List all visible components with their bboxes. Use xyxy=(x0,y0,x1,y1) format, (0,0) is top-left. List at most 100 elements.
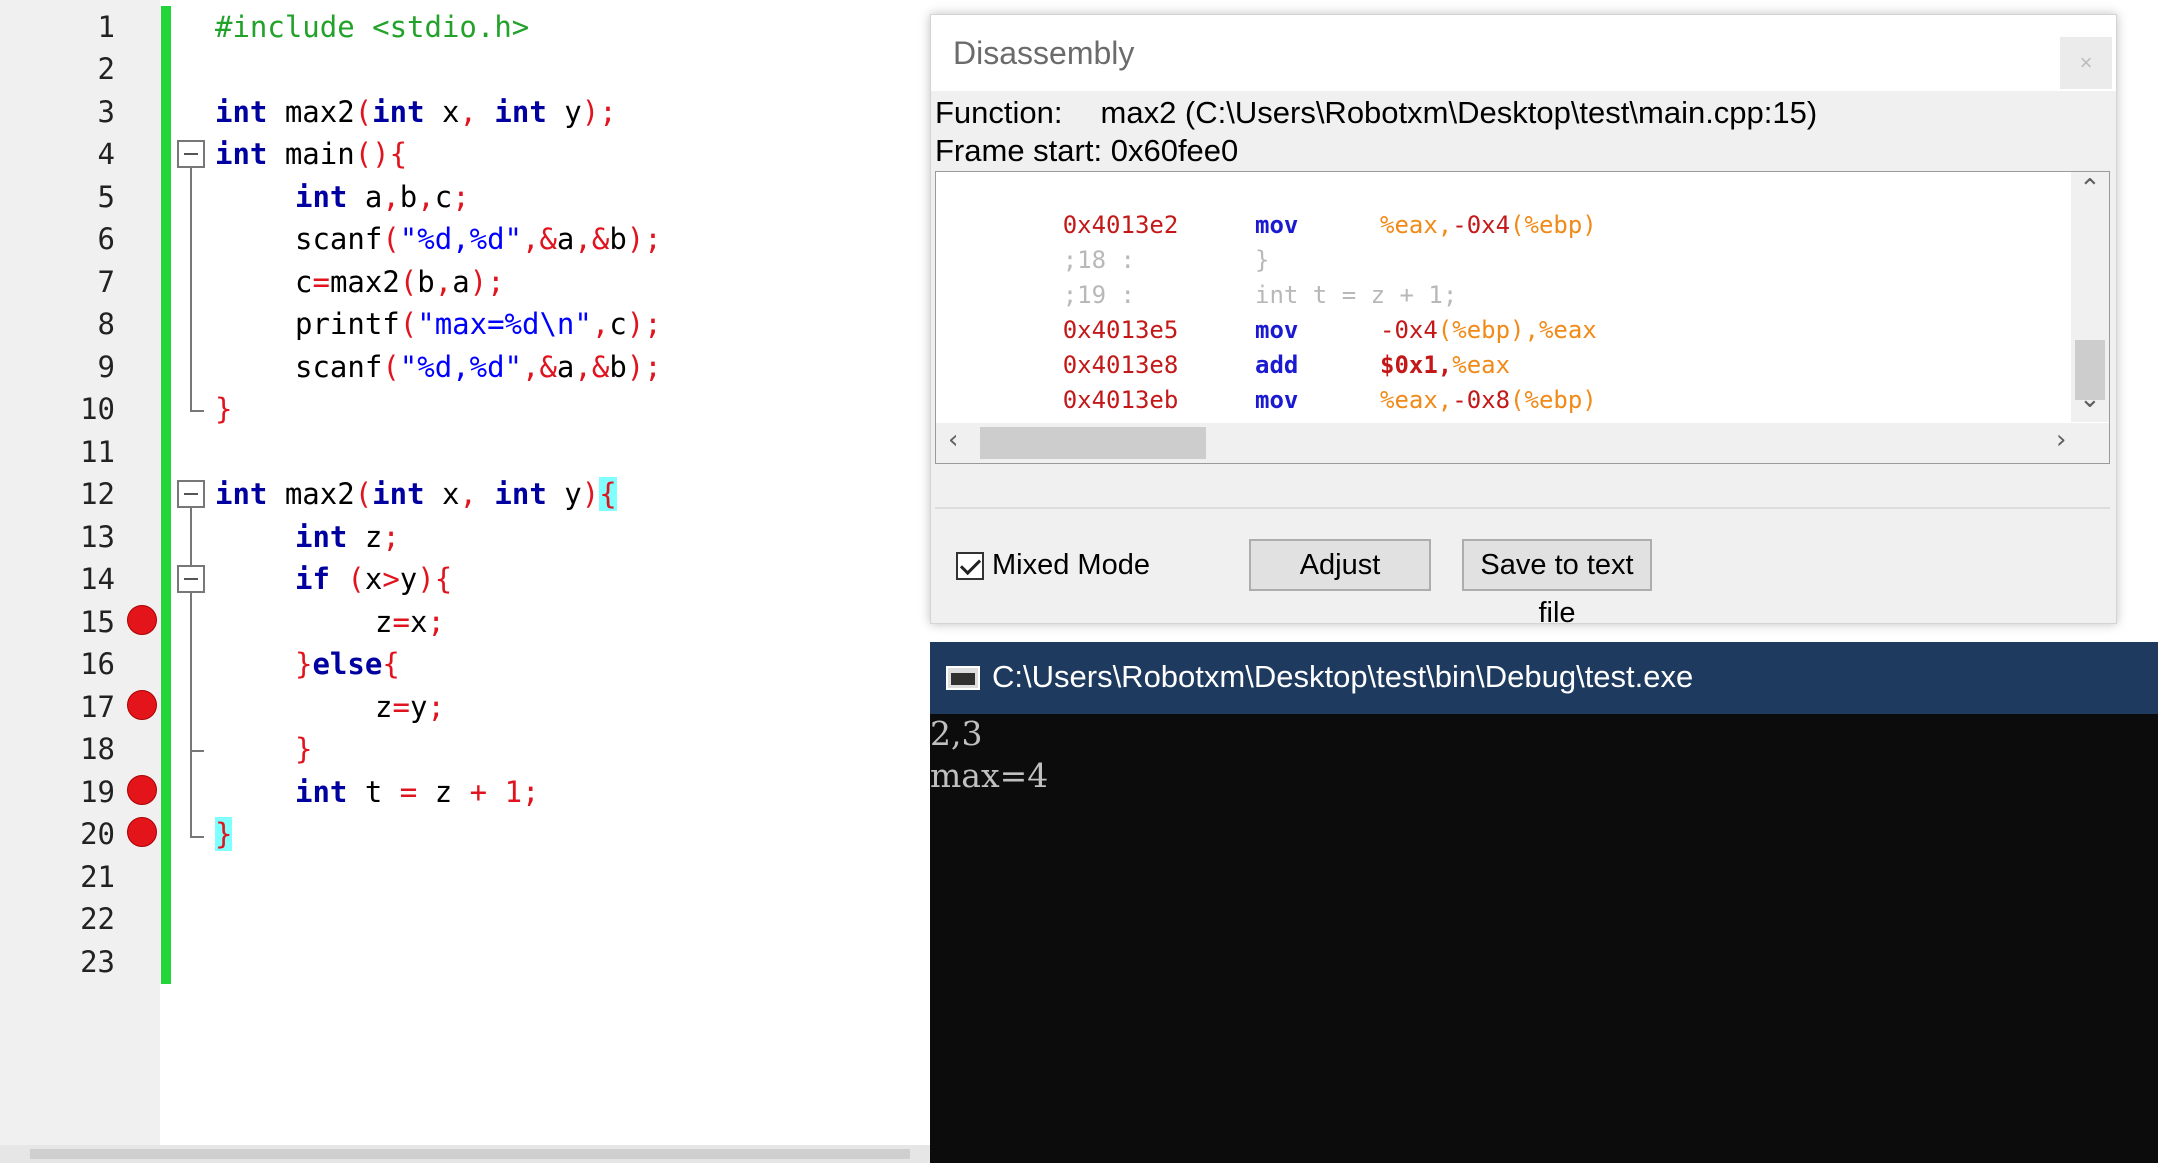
code-line[interactable]: if (x>y){ xyxy=(295,558,452,600)
console-window-icon xyxy=(946,666,980,690)
scroll-right-icon[interactable]: › xyxy=(2056,425,2066,455)
line-number: 17 xyxy=(80,690,115,724)
code-token: 1 xyxy=(504,775,523,809)
disassembly-listing[interactable]: 0x4013e2 mov %eax,-0x4(%ebp) ;18 :} ;19 :i… xyxy=(935,171,2110,464)
asm-operand: -0x4 xyxy=(1452,211,1511,239)
code-line[interactable]: #include <stdio.h> xyxy=(215,6,529,48)
line-number: 10 xyxy=(80,392,115,426)
code-line[interactable]: z=x; xyxy=(375,601,445,643)
editor-horizontal-scrollbar[interactable] xyxy=(0,1145,930,1163)
asm-operand: %eax, xyxy=(1380,386,1453,414)
code-token: y xyxy=(546,477,582,511)
code-token: a xyxy=(347,180,383,214)
breakpoint-icon[interactable] xyxy=(127,690,157,720)
code-line[interactable]: int max2(int x, int y){ xyxy=(215,473,617,515)
asm-operand: %eax, xyxy=(1380,211,1453,239)
code-line[interactable]: scanf("%d,%d",&a,&b); xyxy=(295,218,662,260)
asm-mnemonic: mov xyxy=(1255,211,1299,239)
line-number: 7 xyxy=(97,265,115,299)
code-line[interactable]: z=y; xyxy=(375,686,445,728)
code-token: y xyxy=(399,562,418,596)
code-line[interactable]: int main(){ xyxy=(215,133,407,175)
fold-guide xyxy=(190,508,192,838)
code-token: b xyxy=(399,180,418,214)
code-token: ); xyxy=(469,265,505,299)
code-line[interactable]: printf("max=%d\n",c); xyxy=(295,303,662,345)
line-number: 15 xyxy=(80,605,115,639)
fold-minus-icon[interactable] xyxy=(177,480,205,508)
code-line[interactable]: int a,b,c; xyxy=(295,176,470,218)
scroll-up-icon[interactable]: ⌃ xyxy=(2079,174,2101,204)
mixed-mode-checkbox[interactable]: Mixed Mode xyxy=(956,549,1150,582)
code-line[interactable]: }else{ xyxy=(295,643,400,685)
line-number: 3 xyxy=(97,95,115,129)
asm-operand: (%ebp) xyxy=(1510,211,1597,239)
fold-minus-icon[interactable] xyxy=(177,140,205,168)
code-token: = xyxy=(392,605,410,639)
fold-minus-icon[interactable] xyxy=(177,565,205,593)
line-number: 16 xyxy=(80,647,115,681)
code-token: printf xyxy=(295,307,400,341)
breakpoint-icon[interactable] xyxy=(127,605,157,635)
code-line[interactable]: } xyxy=(295,728,312,770)
code-token: ,& xyxy=(522,350,557,384)
asm-operand: $0x1, xyxy=(1380,351,1453,379)
code-token: c xyxy=(295,265,313,299)
save-to-text-file-button[interactable]: Save to text file xyxy=(1462,539,1652,629)
code-token: } xyxy=(215,392,233,426)
code-editor[interactable]: 1 2 3 4 5 6 7 8 9 10 11 12 13 14 15 16 1… xyxy=(0,0,930,1163)
code-token: int xyxy=(494,95,547,129)
console-output-line: 2,3 xyxy=(930,714,983,753)
close-button[interactable]: × xyxy=(2060,37,2112,89)
breakpoint-icon[interactable] xyxy=(127,817,157,847)
matched-brace: { xyxy=(599,477,617,511)
breakpoint-icon[interactable] xyxy=(127,775,157,805)
scroll-left-icon[interactable]: ‹ xyxy=(948,425,958,455)
code-token: c xyxy=(434,180,453,214)
code-token: { xyxy=(382,647,400,681)
line-number: 18 xyxy=(80,732,115,766)
scrollbar-thumb[interactable] xyxy=(980,427,1206,459)
code-token: ,& xyxy=(574,350,610,384)
line-number: 1 xyxy=(97,10,115,44)
fold-end-marker xyxy=(190,836,204,838)
code-token: ; xyxy=(382,520,400,554)
console-title: C:\Users\Robotxm\Desktop\test\bin\Debug\… xyxy=(992,659,1694,694)
code-token: int xyxy=(372,95,425,129)
code-line[interactable]: } xyxy=(215,388,232,430)
code-token: ( xyxy=(399,307,418,341)
code-token: max2 xyxy=(267,477,355,511)
code-token: ( xyxy=(347,562,365,596)
code-token: x xyxy=(409,605,428,639)
code-line[interactable]: int t = z + 1; xyxy=(295,771,540,813)
code-token: int xyxy=(372,477,425,511)
adjust-button[interactable]: Adjust xyxy=(1249,539,1431,591)
scroll-down-icon[interactable]: ⌄ xyxy=(2079,384,2101,414)
code-token: a xyxy=(556,350,575,384)
code-token: = xyxy=(312,265,330,299)
asm-operand: %eax xyxy=(1452,351,1511,379)
console-titlebar[interactable]: C:\Users\Robotxm\Desktop\test\bin\Debug\… xyxy=(930,642,2158,714)
code-token: b xyxy=(609,222,627,256)
code-token: } xyxy=(295,732,313,766)
listing-horizontal-scrollbar[interactable]: ‹ › xyxy=(936,423,2109,463)
listing-vertical-scrollbar[interactable]: ⌃ ⌄ xyxy=(2071,172,2109,422)
code-line[interactable]: int max2(int x, int y); xyxy=(215,91,617,133)
code-line[interactable]: } xyxy=(215,813,233,855)
code-line[interactable]: int z; xyxy=(295,516,400,558)
code-line[interactable]: c=max2(b,a); xyxy=(295,261,505,303)
dialog-titlebar[interactable]: Disassembly × xyxy=(931,15,2116,91)
code-token: int xyxy=(215,477,268,511)
checkbox-checked-icon[interactable] xyxy=(956,551,984,580)
code-token: , xyxy=(459,477,477,511)
line-number: 21 xyxy=(80,860,115,894)
scrollbar-thumb[interactable] xyxy=(30,1149,910,1159)
code-line[interactable]: scanf("%d,%d",&a,&b); xyxy=(295,346,662,388)
code-token: "%d,%d" xyxy=(399,222,522,256)
code-token: , xyxy=(382,180,400,214)
code-token: int xyxy=(295,775,348,809)
code-token: y xyxy=(409,690,428,724)
console-window[interactable]: C:\Users\Robotxm\Desktop\test\bin\Debug\… xyxy=(930,642,2158,1163)
